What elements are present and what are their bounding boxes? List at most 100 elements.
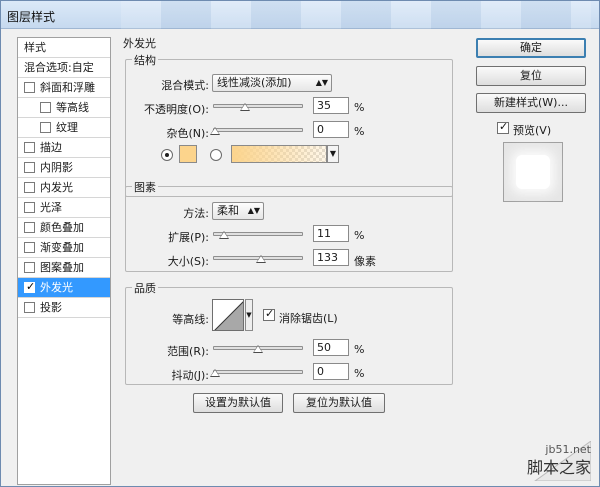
style-item[interactable]: 纹理 (18, 118, 110, 138)
check-icon: ✓ (265, 307, 275, 320)
noise-input[interactable]: 0 (313, 121, 349, 138)
blend-mode-label: 混合模式: (161, 79, 209, 92)
make-default-button[interactable]: 设置为默认值 (193, 393, 283, 413)
method-select[interactable]: 柔和 ▲▼ (212, 202, 264, 220)
spread-input[interactable]: 11 (313, 225, 349, 242)
style-item[interactable]: 渐变叠加 (18, 238, 110, 258)
style-item-label: 投影 (40, 301, 62, 314)
style-item-label: 图案叠加 (40, 261, 84, 274)
layer-style-dialog: 图层样式 样式 混合选项:自定 斜面和浮雕等高线 纹理描边内阴影内发光光泽颜色叠加… (0, 0, 600, 487)
style-list: 样式 混合选项:自定 斜面和浮雕等高线 纹理描边内阴影内发光光泽颜色叠加 渐变叠加图… (17, 37, 111, 485)
new-style-button[interactable]: 新建样式(W)... (476, 93, 586, 113)
opacity-slider-thumb[interactable] (240, 103, 251, 111)
style-item-checkbox[interactable] (24, 302, 35, 313)
title-bar-background (121, 1, 591, 29)
blend-mode-value: 线性减淡(添加) (217, 76, 292, 89)
range-input[interactable]: 50 (313, 339, 349, 356)
solid-color-radio[interactable] (161, 149, 173, 161)
preview-label: 预览(V) (513, 124, 552, 137)
contour-preview-icon (214, 301, 243, 330)
style-item-label: 光泽 (40, 201, 62, 214)
style-item-label: 内阴影 (40, 161, 73, 174)
jitter-input[interactable]: 0 (313, 363, 349, 380)
style-item-checkbox[interactable] (24, 262, 35, 273)
spread-unit: % (354, 229, 365, 242)
antialias-label: 消除锯齿(L) (279, 312, 338, 325)
style-list-header[interactable]: 样式 (18, 38, 110, 58)
jitter-slider-thumb[interactable] (210, 369, 220, 377)
blend-options-item[interactable]: 混合选项:自定 (18, 58, 110, 78)
noise-unit: % (354, 125, 365, 138)
check-icon: ✓ (26, 280, 36, 293)
style-item[interactable]: 颜色叠加 (18, 218, 110, 238)
glow-color-swatch[interactable] (179, 145, 197, 163)
size-unit: 像素 (354, 255, 376, 268)
chevron-down-icon: ▼ (329, 149, 337, 158)
preview-thumbnail (503, 142, 563, 202)
elements-title: 图素 (132, 179, 158, 195)
style-item-checkbox[interactable] (24, 202, 35, 213)
contour-dropdown-button[interactable]: ▼ (245, 299, 253, 331)
noise-label: 杂色(N): (166, 127, 209, 140)
blend-mode-select[interactable]: 线性减淡(添加) ▲▼ (212, 74, 332, 92)
jitter-label: 抖动(J): (171, 369, 209, 382)
noise-slider-thumb[interactable] (210, 127, 220, 135)
quality-title: 品质 (132, 280, 158, 296)
title-bar[interactable]: 图层样式 (1, 1, 599, 29)
style-item[interactable]: ✓ 外发光 (18, 278, 110, 298)
antialias-checkbox[interactable]: ✓ (263, 307, 275, 321)
chevron-down-icon: ▼ (246, 311, 252, 319)
opacity-label: 不透明度(O): (144, 103, 209, 116)
jitter-slider-track[interactable] (213, 370, 303, 374)
preview-checkbox[interactable]: ✓ (497, 120, 509, 134)
spread-slider-thumb[interactable] (219, 231, 230, 239)
range-unit: % (354, 343, 365, 356)
jitter-unit: % (354, 367, 365, 380)
reset-default-button[interactable]: 复位为默认值 (293, 393, 385, 413)
style-item-checkbox[interactable] (24, 142, 35, 153)
style-item-checkbox[interactable] (24, 162, 35, 173)
range-label: 范围(R): (167, 345, 209, 358)
contour-label: 等高线: (172, 313, 209, 326)
size-input[interactable]: 133 (313, 249, 349, 266)
style-item-label: 外发光 (40, 281, 73, 294)
style-item[interactable]: 斜面和浮雕 (18, 78, 110, 98)
reset-button[interactable]: 复位 (476, 66, 586, 86)
dialog-body: 样式 混合选项:自定 斜面和浮雕 等高线 纹理 描边 内阴影 内发光 光泽 颜色叠加 渐变叠加图… (11, 29, 592, 485)
style-item-label: 斜面和浮雕 (40, 81, 95, 94)
noise-slider-track[interactable] (213, 128, 303, 132)
style-list-header-label: 样式 (24, 41, 46, 54)
style-item-checkbox[interactable]: ✓ (24, 280, 36, 293)
style-item-label: 内发光 (40, 181, 73, 194)
style-item-checkbox[interactable] (24, 182, 35, 193)
watermark-name: 脚本之家 (526, 458, 591, 477)
contour-picker[interactable] (212, 299, 244, 331)
style-item[interactable]: 光泽 (18, 198, 110, 218)
style-item[interactable]: 内发光 (18, 178, 110, 198)
style-item[interactable]: 等高线 (18, 98, 110, 118)
opacity-input[interactable]: 35 (313, 97, 349, 114)
updown-arrow-icon: ▲▼ (247, 206, 260, 215)
gradient-dropdown-button[interactable]: ▼ (327, 145, 339, 163)
range-slider-thumb[interactable] (253, 345, 263, 353)
style-item-checkbox[interactable] (40, 102, 51, 113)
gradient-preview[interactable] (231, 145, 327, 163)
spread-label: 扩展(P): (168, 231, 209, 244)
style-item-checkbox[interactable] (24, 222, 35, 233)
opacity-slider-track[interactable] (213, 104, 303, 108)
style-item-checkbox[interactable] (24, 242, 35, 253)
blend-options-label: 混合选项:自定 (24, 61, 94, 74)
style-item-checkbox[interactable] (40, 122, 51, 133)
style-item-label: 描边 (40, 141, 62, 154)
gradient-radio[interactable] (210, 149, 222, 161)
updown-arrow-icon: ▲▼ (315, 78, 328, 87)
style-item[interactable]: 内阴影 (18, 158, 110, 178)
style-item[interactable]: 描边 (18, 138, 110, 158)
size-slider-thumb[interactable] (255, 255, 266, 263)
style-item[interactable]: 投影 (18, 298, 110, 318)
style-item-checkbox[interactable] (24, 82, 35, 93)
size-label: 大小(S): (167, 255, 209, 268)
structure-title: 结构 (132, 52, 158, 68)
ok-button[interactable]: 确定 (476, 38, 586, 58)
style-item[interactable]: 图案叠加 (18, 258, 110, 278)
